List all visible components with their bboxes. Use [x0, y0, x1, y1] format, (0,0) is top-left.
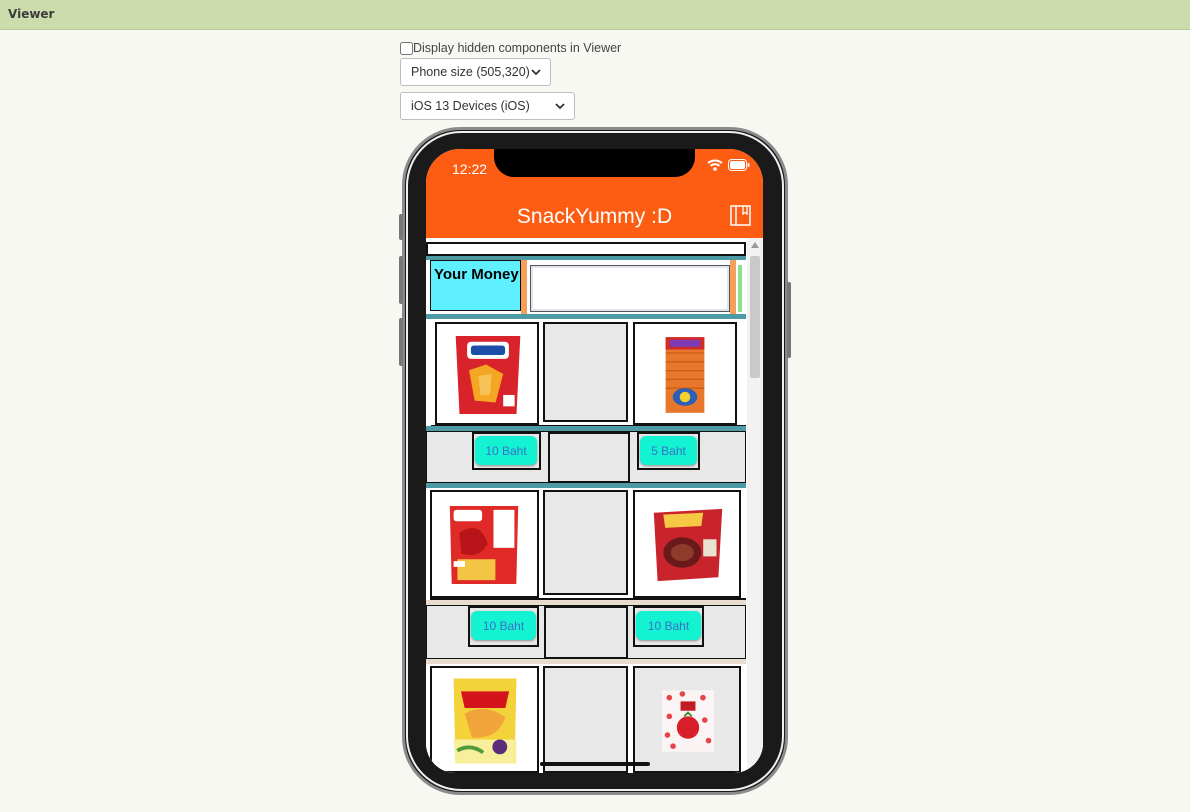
hidden-components-label: Display hidden components in Viewer [413, 41, 622, 55]
price-button[interactable]: 10 Baht [475, 436, 537, 465]
money-indicator [738, 265, 742, 312]
phone-volume-up-button [399, 256, 403, 304]
money-input[interactable] [530, 265, 730, 312]
price-button[interactable]: 10 Baht [471, 611, 536, 640]
product-image-frame[interactable] [430, 666, 539, 773]
home-indicator [540, 762, 650, 766]
top-spacer [426, 242, 746, 256]
device-theme-select[interactable]: iOS 13 Devices (iOS) [400, 92, 575, 120]
snack-strip-image [665, 337, 705, 413]
app-content: Your Money 10 Baht 5 Baht 10 Baht 10 Bah… [426, 238, 763, 773]
phone-power-button [787, 282, 791, 358]
snack-bag-image [661, 690, 715, 752]
product-spacer [543, 490, 628, 595]
price-button[interactable]: 5 Baht [640, 436, 697, 465]
product-image-frame[interactable] [430, 490, 539, 598]
phone-size-value: Phone size (505,320) [411, 65, 530, 79]
chevron-down-icon [555, 103, 565, 110]
price-button[interactable]: 10 Baht [636, 611, 701, 640]
battery-icon [728, 159, 750, 171]
phone-mute-button [399, 214, 403, 240]
chevron-down-icon [531, 69, 541, 76]
phone-size-select[interactable]: Phone size (505,320) [400, 58, 551, 86]
hidden-components-toggle[interactable]: Display hidden components in Viewer [400, 41, 621, 55]
wifi-icon [707, 159, 723, 171]
product-image-frame[interactable] [633, 490, 741, 598]
viewer-header: Viewer [0, 0, 1190, 30]
book-icon[interactable] [730, 205, 751, 226]
product-spacer [543, 322, 628, 422]
scroll-up-icon[interactable] [751, 242, 759, 248]
device-theme-value: iOS 13 Devices (iOS) [411, 99, 530, 113]
phone-notch [494, 149, 695, 177]
hidden-components-checkbox[interactable] [400, 41, 413, 55]
money-spacer-left [521, 260, 527, 314]
app-title: SnackYummy :D [516, 205, 673, 228]
product-spacer [543, 666, 628, 773]
snack-bag-image [653, 508, 723, 582]
scrollbar-thumb[interactable] [750, 256, 760, 378]
status-time: 12:22 [452, 161, 488, 177]
phone-screen: 12:22 SnackYummy :D Your Money 10 Baht 5… [426, 149, 763, 773]
money-label-box: Your Money [430, 260, 521, 311]
product-image-frame[interactable] [633, 322, 737, 425]
app-title-bar: SnackYummy :D [426, 191, 763, 238]
snack-bag-image [449, 506, 519, 584]
snack-bag-image [455, 336, 521, 414]
money-label: Your Money [434, 266, 519, 283]
money-spacer-right [730, 260, 736, 314]
product-image-frame[interactable] [633, 666, 741, 773]
phone-volume-down-button [399, 318, 403, 366]
price-spacer [544, 606, 628, 659]
price-spacer [548, 432, 630, 483]
snack-bag-image [453, 678, 517, 764]
product-image-frame[interactable] [435, 322, 539, 425]
viewer-title: Viewer [8, 7, 55, 21]
